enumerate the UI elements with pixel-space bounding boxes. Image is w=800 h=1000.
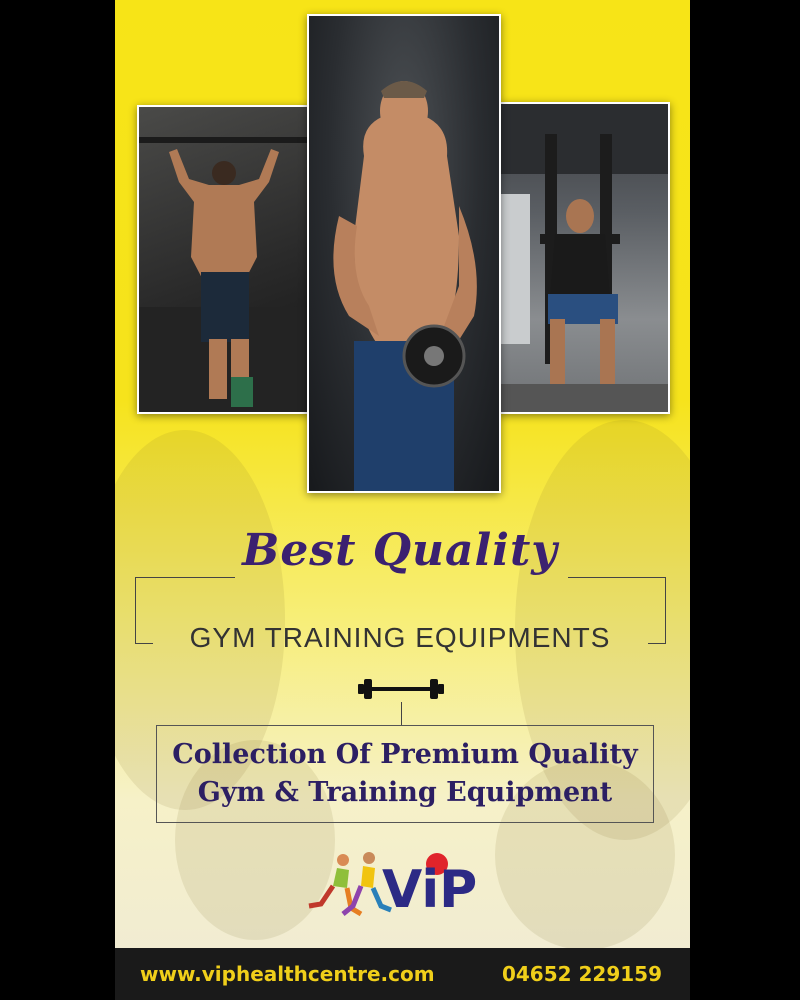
frame-top-left [135,577,235,578]
dumbbell-connector [401,702,402,725]
description-line-2: Gym & Training Equipment [197,777,613,808]
runners-icon [308,852,392,917]
frame-top-right [568,577,666,578]
headline-subtitle: GYM TRAINING EQUIPMENTS [189,622,611,653]
headline-script: Best Quality [242,525,558,576]
description-line-1: Collection Of Premium Quality [172,739,638,770]
footer-website-link[interactable]: www.viphealthcentre.com [140,962,435,986]
footer-phone[interactable]: 04652 229159 [502,962,662,986]
vip-logo-text: ViP [382,860,478,920]
chest-press-photo [498,102,670,414]
dumbbell-curl-photo [307,14,501,493]
dumbbell-icon [358,679,444,699]
footer-bar: www.viphealthcentre.com 04652 229159 [115,948,690,1000]
pullup-photo [137,105,311,414]
description-box: Collection Of Premium Quality Gym & Trai… [156,725,654,823]
